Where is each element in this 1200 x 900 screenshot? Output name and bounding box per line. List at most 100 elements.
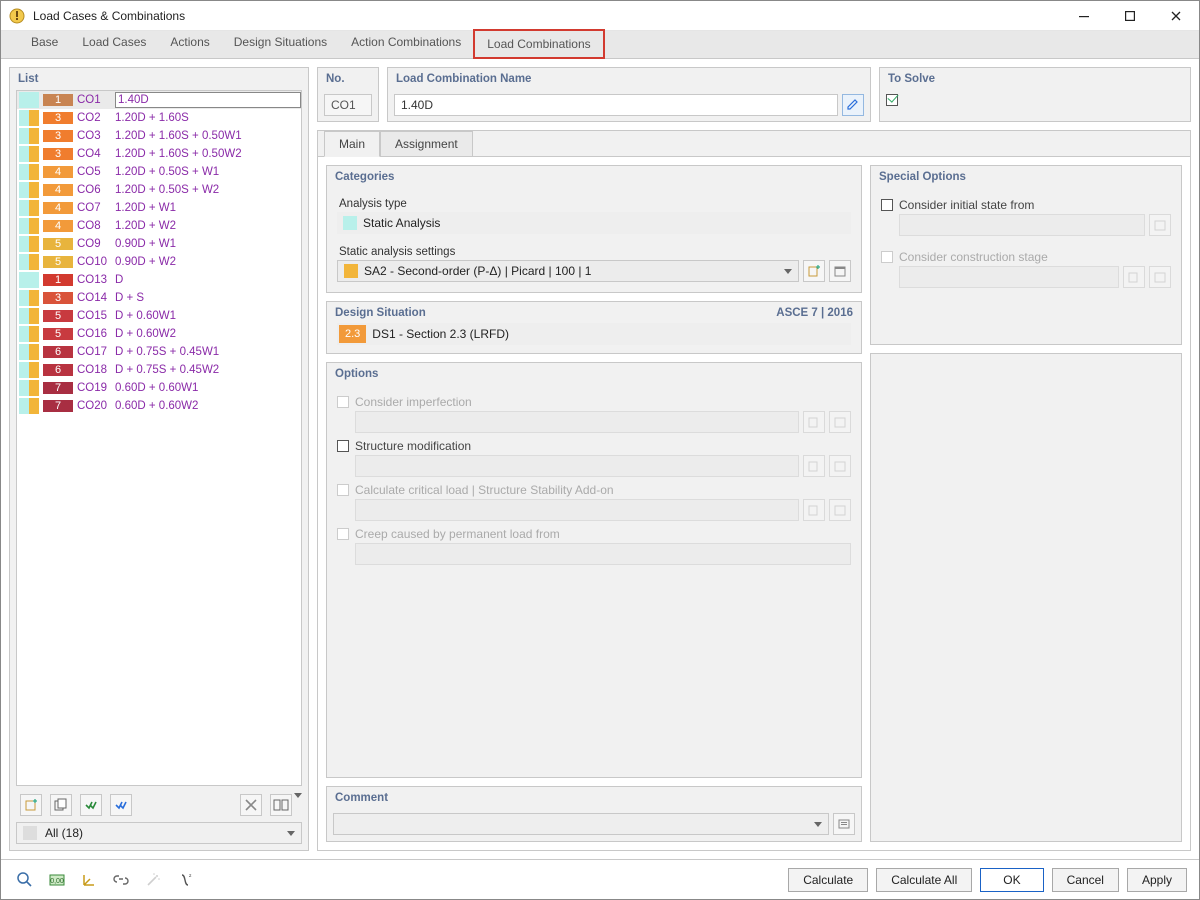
footer-tools: 0,00 ² bbox=[13, 868, 197, 892]
subtab-assignment[interactable]: Assignment bbox=[380, 131, 473, 157]
delete-icon[interactable] bbox=[240, 794, 262, 816]
sas-edit-icon[interactable] bbox=[829, 260, 851, 282]
list-item[interactable]: 3CO41.20D + 1.60S + 0.50W2 bbox=[17, 145, 301, 163]
sas-new-icon[interactable] bbox=[803, 260, 825, 282]
special-options-panel: Special Options Consider initial state f… bbox=[870, 165, 1182, 345]
comment-dropdown[interactable] bbox=[333, 813, 829, 835]
list-panel: List 1CO11.40D3CO21.20D + 1.60S3CO31.20D… bbox=[9, 67, 309, 851]
cs-edit-icon bbox=[1149, 266, 1171, 288]
list-filter-dropdown[interactable]: All (18) bbox=[16, 822, 302, 844]
svg-text:0,00: 0,00 bbox=[50, 878, 64, 885]
ok-button[interactable]: OK bbox=[980, 868, 1043, 892]
list-item[interactable]: 4CO71.20D + W1 bbox=[17, 199, 301, 217]
options-title: Options bbox=[327, 363, 861, 385]
design-title: Design Situation bbox=[335, 307, 426, 319]
wand-icon[interactable] bbox=[141, 868, 165, 892]
no-panel: No. CO1 bbox=[317, 67, 379, 122]
list-item[interactable]: 1CO11.40D bbox=[17, 91, 301, 109]
sas-value: SA2 - Second-order (P-Δ) | Picard | 100 … bbox=[364, 264, 778, 278]
list-title: List bbox=[10, 68, 308, 90]
design-value: DS1 - Section 2.3 (LRFD) bbox=[372, 327, 509, 341]
apply-button[interactable]: Apply bbox=[1127, 868, 1187, 892]
cancel-button[interactable]: Cancel bbox=[1052, 868, 1119, 892]
copy-item-icon[interactable] bbox=[50, 794, 72, 816]
design-value-row: 2.3 DS1 - Section 2.3 (LRFD) bbox=[337, 323, 851, 345]
tab-action-combinations[interactable]: Action Combinations bbox=[339, 29, 473, 58]
design-situation-panel: Design Situation ASCE 7 | 2016 2.3 DS1 -… bbox=[326, 301, 862, 354]
list-item[interactable]: 6CO18D + 0.75S + 0.45W2 bbox=[17, 361, 301, 379]
sas-dropdown[interactable]: SA2 - Second-order (P-Δ) | Picard | 100 … bbox=[337, 260, 799, 282]
option-creep: Creep caused by permanent load from bbox=[337, 527, 851, 541]
calculate-button[interactable]: Calculate bbox=[788, 868, 868, 892]
chevron-down-icon bbox=[287, 831, 295, 836]
list-item[interactable]: 5CO100.90D + W2 bbox=[17, 253, 301, 271]
search-icon[interactable] bbox=[13, 868, 37, 892]
view-mode-icon[interactable] bbox=[270, 794, 292, 816]
list-item[interactable]: 1CO13D bbox=[17, 271, 301, 289]
maximize-button[interactable] bbox=[1107, 1, 1153, 31]
tab-load-cases[interactable]: Load Cases bbox=[70, 29, 158, 58]
special-title: Special Options bbox=[871, 166, 1181, 188]
critical-load-edit-icon bbox=[829, 499, 851, 521]
analysis-type-swatch bbox=[343, 216, 357, 230]
list-item[interactable]: 5CO16D + 0.60W2 bbox=[17, 325, 301, 343]
critical-load-field bbox=[355, 499, 799, 521]
list-item[interactable]: 3CO31.20D + 1.60S + 0.50W1 bbox=[17, 127, 301, 145]
name-field[interactable]: 1.40D bbox=[394, 94, 838, 116]
list-item[interactable]: 5CO90.90D + W1 bbox=[17, 235, 301, 253]
titlebar: Load Cases & Combinations bbox=[1, 1, 1199, 31]
list-item[interactable]: 3CO14D + S bbox=[17, 289, 301, 307]
list-item[interactable]: 7CO200.60D + 0.60W2 bbox=[17, 397, 301, 415]
option-imperfection: Consider imperfection bbox=[337, 395, 851, 409]
dialog-window: Load Cases & Combinations BaseLoad Cases… bbox=[0, 0, 1200, 900]
list-item[interactable]: 6CO17D + 0.75S + 0.45W1 bbox=[17, 343, 301, 361]
subtab-main[interactable]: Main bbox=[324, 131, 380, 157]
list-item[interactable]: 5CO15D + 0.60W1 bbox=[17, 307, 301, 325]
dialog-footer: 0,00 ² Calculate Calculate All OK Cancel… bbox=[1, 859, 1199, 899]
function-icon[interactable]: ² bbox=[173, 868, 197, 892]
new-item-icon[interactable] bbox=[20, 794, 42, 816]
list-item[interactable]: 4CO51.20D + 0.50S + W1 bbox=[17, 163, 301, 181]
categories-title: Categories bbox=[327, 166, 861, 188]
option-structure-mod[interactable]: Structure modification bbox=[337, 439, 851, 453]
dialog-body: List 1CO11.40D3CO21.20D + 1.60S3CO31.20D… bbox=[1, 59, 1199, 859]
axes-icon[interactable] bbox=[77, 868, 101, 892]
tab-base[interactable]: Base bbox=[19, 29, 70, 58]
sas-label: Static analysis settings bbox=[339, 246, 851, 258]
list-item[interactable]: 4CO61.20D + 0.50S + W2 bbox=[17, 181, 301, 199]
minimize-button[interactable] bbox=[1061, 1, 1107, 31]
view-mode-chevron-icon[interactable] bbox=[294, 798, 302, 812]
list-item[interactable]: 4CO81.20D + W2 bbox=[17, 217, 301, 235]
no-field: CO1 bbox=[324, 94, 372, 116]
check-green-icon[interactable] bbox=[80, 794, 102, 816]
imperfection-new-icon bbox=[803, 411, 825, 433]
units-icon[interactable]: 0,00 bbox=[45, 868, 69, 892]
empty-panel bbox=[870, 353, 1182, 842]
tab-load-combinations[interactable]: Load Combinations bbox=[473, 29, 604, 59]
option-initial-state[interactable]: Consider initial state from bbox=[881, 198, 1171, 212]
link-icon[interactable] bbox=[109, 868, 133, 892]
list-toolbar bbox=[10, 790, 308, 820]
tab-actions[interactable]: Actions bbox=[158, 29, 221, 58]
list-filter-label: All (18) bbox=[45, 826, 83, 840]
close-button[interactable] bbox=[1153, 1, 1199, 31]
list-item[interactable]: 7CO190.60D + 0.60W1 bbox=[17, 379, 301, 397]
solve-title: To Solve bbox=[880, 68, 1190, 90]
critical-load-new-icon bbox=[803, 499, 825, 521]
combo-list[interactable]: 1CO11.40D3CO21.20D + 1.60S3CO31.20D + 1.… bbox=[16, 90, 302, 786]
detail-tabbar: MainAssignment bbox=[317, 130, 1191, 156]
comment-title: Comment bbox=[327, 787, 861, 809]
check-blue-icon[interactable] bbox=[110, 794, 132, 816]
options-panel: Options Consider imperfection Structure … bbox=[326, 362, 862, 778]
name-edit-icon[interactable] bbox=[842, 94, 864, 116]
svg-text:²: ² bbox=[189, 874, 192, 881]
comment-extra-icon[interactable] bbox=[833, 813, 855, 835]
tab-design-situations[interactable]: Design Situations bbox=[222, 29, 339, 58]
design-code: ASCE 7 | 2016 bbox=[776, 307, 853, 319]
solve-checkbox[interactable] bbox=[886, 94, 898, 106]
chevron-down-icon bbox=[784, 269, 792, 274]
calculate-all-button[interactable]: Calculate All bbox=[876, 868, 972, 892]
categories-panel: Categories Analysis type Static Analysis… bbox=[326, 165, 862, 293]
list-item[interactable]: 3CO21.20D + 1.60S bbox=[17, 109, 301, 127]
solve-panel: To Solve bbox=[879, 67, 1191, 122]
